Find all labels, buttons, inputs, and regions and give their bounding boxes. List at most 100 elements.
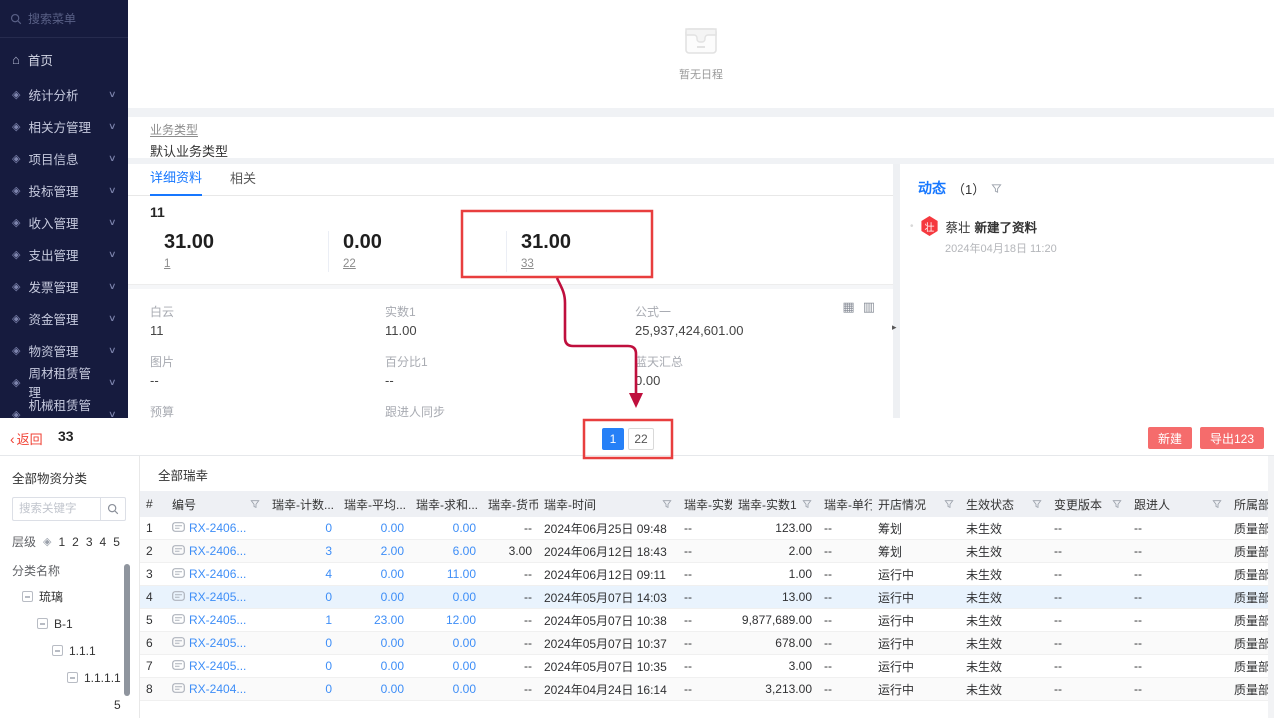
table-cell[interactable]: RX-2405... bbox=[166, 636, 266, 650]
table-tab[interactable]: 全部瑞幸 bbox=[140, 456, 1274, 491]
table-cell[interactable]: 0 bbox=[266, 521, 338, 535]
export-button[interactable]: 导出123 bbox=[1200, 427, 1264, 449]
scrollbar[interactable] bbox=[124, 564, 130, 696]
column-header[interactable]: 瑞幸-时间 bbox=[538, 491, 678, 517]
sidebar-item[interactable]: ◈ 相关方管理 ∨ bbox=[0, 110, 128, 142]
page-button-next[interactable]: 22 bbox=[628, 428, 654, 450]
table-cell[interactable]: RX-2405... bbox=[166, 659, 266, 673]
table-cell[interactable]: RX-2405... bbox=[166, 613, 266, 627]
sidebar-item-home[interactable]: ⌂ 首页 bbox=[0, 40, 128, 78]
table-cell[interactable]: RX-2405... bbox=[166, 590, 266, 604]
filter-icon[interactable] bbox=[991, 183, 1002, 194]
column-header[interactable]: # bbox=[140, 491, 166, 517]
table-row[interactable]: 4RX-2405...00.000.00--2024年05月07日 14:03-… bbox=[140, 586, 1274, 609]
stat-link[interactable]: 1 bbox=[164, 258, 170, 270]
table-cell[interactable]: 0.00 bbox=[410, 590, 482, 604]
expander-icon[interactable] bbox=[22, 591, 33, 602]
table-row[interactable]: 2RX-2406...32.006.003.002024年06月12日 18:4… bbox=[140, 540, 1274, 563]
sidebar-item[interactable]: ◈ 物资管理 ∨ bbox=[0, 334, 128, 366]
level-number[interactable]: 5 bbox=[113, 535, 120, 549]
table-cell[interactable]: 0 bbox=[266, 659, 338, 673]
table-cell[interactable]: 0.00 bbox=[338, 636, 410, 650]
expander-icon[interactable] bbox=[67, 672, 78, 683]
tab-details[interactable]: 详细资料 bbox=[150, 167, 202, 196]
column-header[interactable]: 瑞幸-实数2 bbox=[678, 491, 732, 517]
table-cell[interactable]: 0.00 bbox=[338, 682, 410, 696]
table-cell[interactable]: 0 bbox=[266, 636, 338, 650]
column-header[interactable]: 变更版本 bbox=[1048, 491, 1128, 517]
filter-icon[interactable] bbox=[802, 499, 812, 509]
filter-icon[interactable] bbox=[1212, 499, 1222, 509]
level-number[interactable]: 4 bbox=[100, 535, 107, 549]
sidebar-item[interactable]: ◈ 统计分析 ∨ bbox=[0, 78, 128, 110]
tree-item[interactable]: 5 bbox=[12, 691, 139, 718]
table-row[interactable]: 5RX-2405...123.0012.00--2024年05月07日 10:3… bbox=[140, 609, 1274, 632]
record-link[interactable]: RX-2406... bbox=[189, 567, 246, 581]
tab-related[interactable]: 相关 bbox=[230, 168, 256, 195]
sidebar-item[interactable]: ◈ 发票管理 ∨ bbox=[0, 270, 128, 302]
table-cell[interactable]: 0.00 bbox=[338, 567, 410, 581]
stat-link[interactable]: 33 bbox=[521, 258, 534, 270]
table-cell[interactable]: 0.00 bbox=[410, 521, 482, 535]
sidebar-item[interactable]: ◈ 资金管理 ∨ bbox=[0, 302, 128, 334]
table-row[interactable]: 7RX-2405...00.000.00--2024年05月07日 10:35-… bbox=[140, 655, 1274, 678]
tree-item[interactable]: 1.1.1.1 bbox=[12, 664, 139, 691]
column-header[interactable]: 开店情况 bbox=[872, 491, 960, 517]
grid-view-icon[interactable]: ▦ bbox=[842, 299, 854, 315]
table-cell[interactable]: 11.00 bbox=[410, 567, 482, 581]
column-header[interactable]: 瑞幸-计数... bbox=[266, 491, 338, 517]
filter-icon[interactable] bbox=[1032, 499, 1042, 509]
table-cell[interactable]: 0.00 bbox=[410, 659, 482, 673]
table-cell[interactable]: 0.00 bbox=[410, 636, 482, 650]
panel-splitter[interactable]: ▸ bbox=[893, 164, 900, 418]
column-header[interactable]: 瑞幸-平均... bbox=[338, 491, 410, 517]
table-cell[interactable]: 0.00 bbox=[410, 682, 482, 696]
tree-item[interactable]: B-1 bbox=[12, 610, 139, 637]
filter-icon[interactable] bbox=[662, 499, 672, 509]
table-cell[interactable]: RX-2404... bbox=[166, 682, 266, 696]
tree-item[interactable]: 1.1.1 bbox=[12, 637, 139, 664]
activity-user[interactable]: 蔡壮 bbox=[946, 221, 971, 235]
table-cell[interactable]: RX-2406... bbox=[166, 567, 266, 581]
level-number[interactable]: 3 bbox=[86, 535, 93, 549]
column-header[interactable]: 跟进人 bbox=[1128, 491, 1228, 517]
expander-icon[interactable] bbox=[37, 618, 48, 629]
table-row[interactable]: 6RX-2405...00.000.00--2024年05月07日 10:37-… bbox=[140, 632, 1274, 655]
category-search-input[interactable] bbox=[12, 497, 100, 521]
column-view-icon[interactable]: ▥ bbox=[863, 299, 875, 315]
stat-link[interactable]: 22 bbox=[343, 258, 356, 270]
table-cell[interactable]: 0 bbox=[266, 682, 338, 696]
collapse-arrow-icon[interactable]: ▸ bbox=[892, 322, 897, 333]
sidebar-item[interactable]: ◈ 投标管理 ∨ bbox=[0, 174, 128, 206]
expander-icon[interactable] bbox=[52, 645, 63, 656]
column-header[interactable]: 瑞幸-货币... bbox=[482, 491, 538, 517]
level-number[interactable]: 1 bbox=[58, 535, 65, 549]
filter-icon[interactable] bbox=[944, 499, 954, 509]
column-header[interactable]: 瑞幸-单行... bbox=[818, 491, 872, 517]
sidebar-item[interactable]: ◈ 项目信息 ∨ bbox=[0, 142, 128, 174]
sidebar-item[interactable]: ◈ 收入管理 ∨ bbox=[0, 206, 128, 238]
table-cell[interactable]: 12.00 bbox=[410, 613, 482, 627]
table-row[interactable]: 3RX-2406...40.0011.00--2024年06月12日 09:11… bbox=[140, 563, 1274, 586]
sidebar-item[interactable]: ◈ 支出管理 ∨ bbox=[0, 238, 128, 270]
page-button-current[interactable]: 1 bbox=[602, 428, 624, 450]
filter-icon[interactable] bbox=[250, 499, 260, 509]
record-link[interactable]: RX-2405... bbox=[189, 636, 246, 650]
tree-item[interactable]: 琉璃 bbox=[12, 583, 139, 610]
sidebar-search-input[interactable] bbox=[28, 12, 118, 26]
record-link[interactable]: RX-2405... bbox=[189, 590, 246, 604]
filter-icon[interactable] bbox=[1112, 499, 1122, 509]
sidebar-search[interactable] bbox=[0, 0, 128, 38]
table-cell[interactable]: 3 bbox=[266, 544, 338, 558]
table-cell[interactable]: 0 bbox=[266, 590, 338, 604]
column-header[interactable]: 瑞幸-求和... bbox=[410, 491, 482, 517]
new-button[interactable]: 新建 bbox=[1148, 427, 1192, 449]
table-cell[interactable]: RX-2406... bbox=[166, 521, 266, 535]
column-header[interactable]: 生效状态 bbox=[960, 491, 1048, 517]
level-number[interactable]: 2 bbox=[72, 535, 79, 549]
record-link[interactable]: RX-2404... bbox=[189, 682, 246, 696]
table-cell[interactable]: 0.00 bbox=[338, 590, 410, 604]
table-cell[interactable]: RX-2406... bbox=[166, 544, 266, 558]
scrollbar[interactable] bbox=[1268, 456, 1274, 718]
sidebar-item[interactable]: ◈ 机械租赁管理 ∨ bbox=[0, 398, 128, 418]
